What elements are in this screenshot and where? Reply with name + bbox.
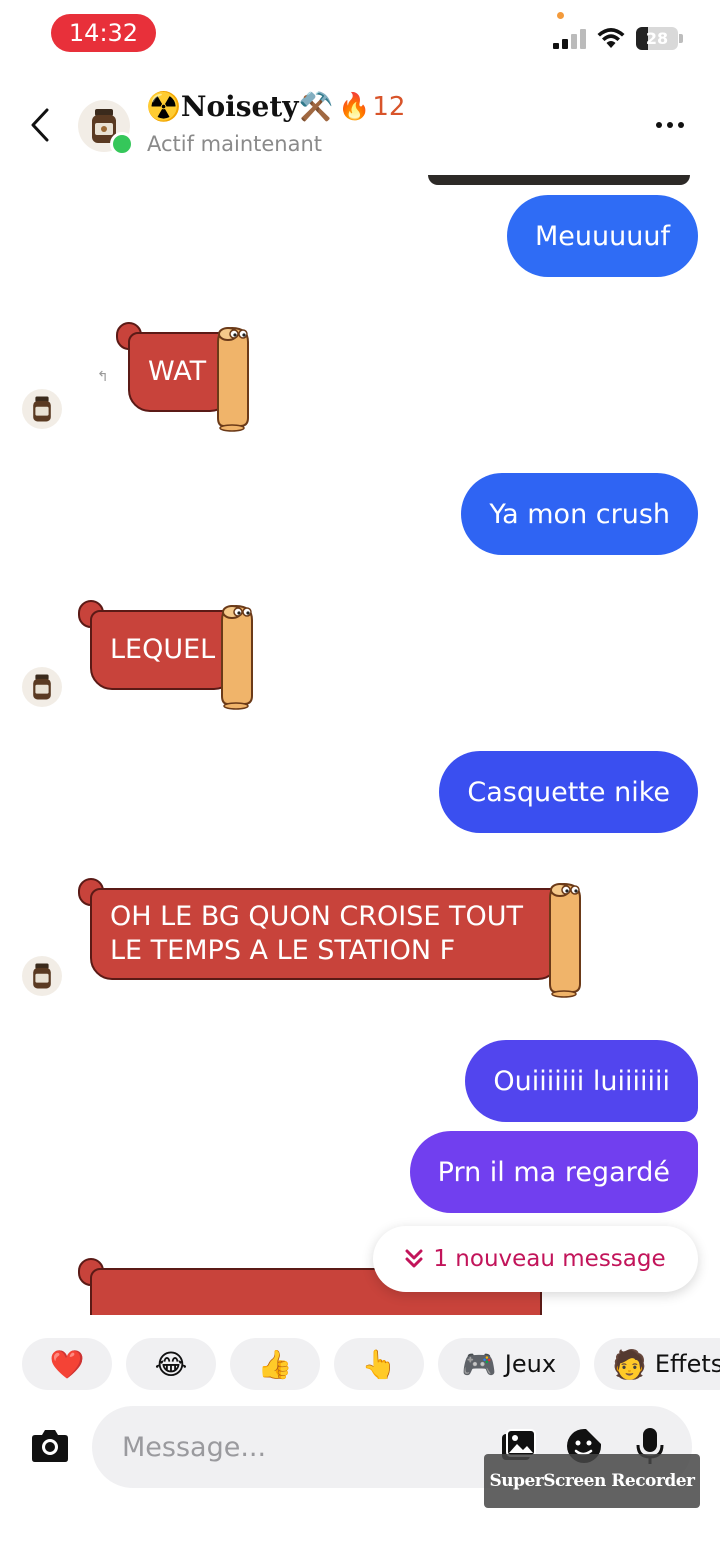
heart-icon: ❤️	[49, 1347, 85, 1381]
new-message-label: 1 nouveau message	[433, 1246, 666, 1272]
new-message-indicator[interactable]: 1 nouveau message	[373, 1226, 698, 1292]
back-button[interactable]	[22, 104, 58, 146]
dog-sticker-icon	[217, 326, 249, 432]
contact-name[interactable]: ☢️ Noisety ⚒️	[146, 90, 333, 123]
wifi-icon	[597, 28, 625, 48]
fire-icon: 🔥	[338, 92, 371, 122]
radioactive-emoji: ☢️	[146, 90, 181, 123]
status-time: 14:32	[51, 14, 156, 52]
double-chevron-down-icon	[405, 1249, 423, 1268]
active-status: Actif maintenant	[147, 132, 323, 156]
streak-badge: 🔥 12	[338, 92, 405, 122]
battery-percent: 28	[645, 29, 669, 48]
outgoing-message[interactable]: Ouiiiiiii luiiiiiii	[465, 1040, 698, 1122]
outgoing-message[interactable]: Ya mon crush	[461, 473, 698, 555]
effects-avatar-icon: 🧑	[612, 1347, 647, 1381]
quick-reactions-bar[interactable]: ❤️ 😂 👍 👆 🎮 Jeux 🧑 Effets	[0, 1338, 720, 1390]
sender-avatar	[22, 389, 62, 429]
cellular-signal-icon	[553, 29, 586, 49]
chevron-left-icon	[31, 108, 49, 142]
incoming-sticker[interactable]: WAT	[116, 322, 256, 432]
incoming-sticker[interactable]: LEQUEL	[78, 600, 260, 710]
laughing-icon: 😂	[154, 1347, 188, 1381]
message-thread[interactable]: Meuuuuuf ↰ WAT Ya mon crush LEQUEL Casqu…	[0, 175, 720, 1315]
sticker-text: OH LE BG QUON CROISE TOUT LE TEMPS A LE …	[90, 888, 560, 980]
effects-button[interactable]: 🧑 Effets	[594, 1338, 720, 1390]
reaction-thumbs-up-button[interactable]: 👍	[230, 1338, 320, 1390]
privacy-indicator-dot	[557, 12, 564, 19]
screen-recorder-watermark: SuperScreen Recorder	[484, 1454, 700, 1508]
dog-sticker-icon	[221, 604, 253, 710]
status-bar: 14:32 28	[0, 0, 720, 70]
games-label: Jeux	[504, 1350, 557, 1378]
sender-avatar	[22, 667, 62, 707]
more-dot	[678, 122, 684, 128]
hammer-pick-emoji: ⚒️	[298, 90, 334, 123]
battery-icon: 28	[636, 27, 684, 50]
game-controller-icon: 🎮	[461, 1347, 497, 1381]
reaction-laughing-button[interactable]: 😂	[126, 1338, 216, 1390]
previous-media-edge[interactable]	[428, 175, 690, 185]
outgoing-message[interactable]: Meuuuuuf	[507, 195, 698, 277]
reaction-heart-button[interactable]: ❤️	[22, 1338, 112, 1390]
sender-avatar	[22, 956, 62, 996]
more-options-button[interactable]	[648, 110, 692, 140]
pointing-up-icon: 👆	[361, 1347, 397, 1381]
dog-sticker-icon	[549, 882, 581, 998]
contact-name-text: Noisety	[180, 90, 299, 123]
thumbs-up-icon: 👍	[257, 1347, 293, 1381]
more-dot	[667, 122, 673, 128]
reaction-pointing-up-button[interactable]: 👆	[334, 1338, 424, 1390]
outgoing-message[interactable]: Casquette nike	[439, 751, 698, 833]
outgoing-message[interactable]: Prn il ma regardé	[409, 1131, 698, 1213]
incoming-sticker[interactable]: OH LE BG QUON CROISE TOUT LE TEMPS A LE …	[78, 878, 590, 998]
online-status-dot	[110, 132, 134, 156]
effects-label: Effets	[654, 1350, 720, 1378]
camera-icon[interactable]	[28, 1426, 72, 1466]
more-dot	[656, 122, 662, 128]
sticker-text: LEQUEL	[90, 610, 236, 690]
streak-count: 12	[372, 92, 406, 122]
reply-icon: ↰	[97, 369, 109, 385]
chat-header: ☢️ Noisety ⚒️ 🔥 12 Actif maintenant	[0, 80, 720, 175]
games-button[interactable]: 🎮 Jeux	[438, 1338, 580, 1390]
